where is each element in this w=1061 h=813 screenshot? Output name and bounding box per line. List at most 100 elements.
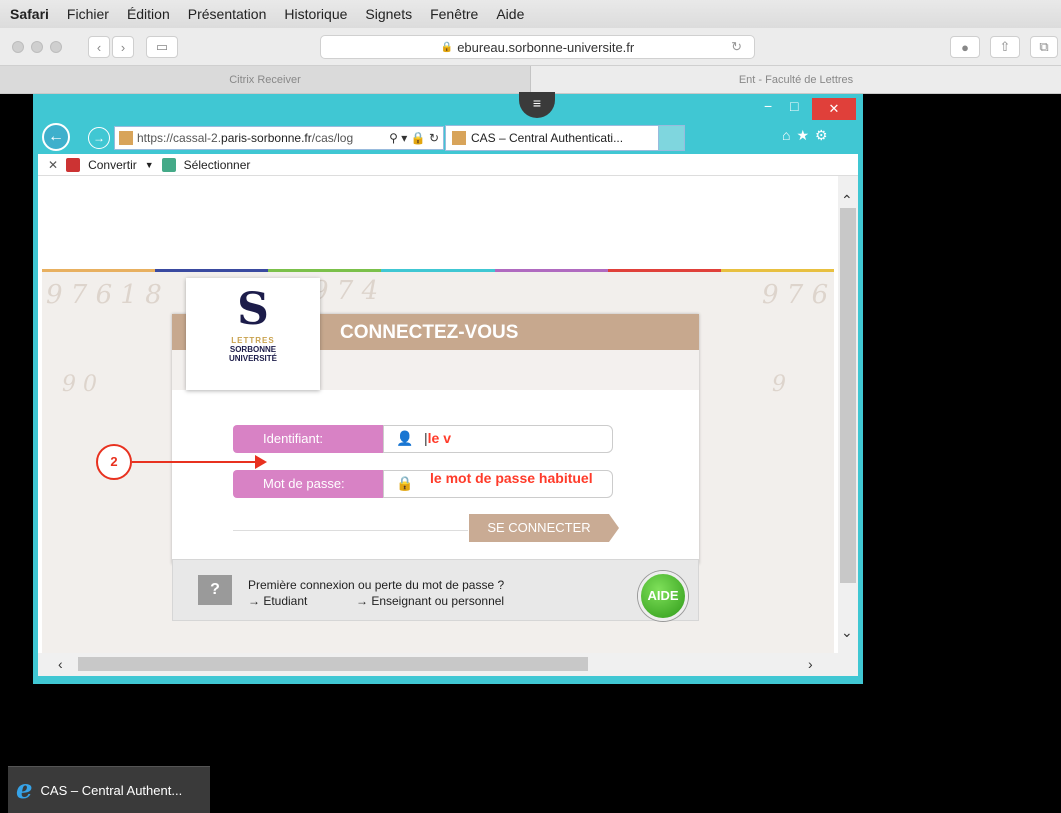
menu-signets[interactable]: Signets	[365, 6, 412, 22]
home-icon[interactable]: ⌂	[782, 127, 796, 143]
refresh-icon[interactable]: ↻	[429, 131, 439, 145]
menu-presentation[interactable]: Présentation	[188, 6, 267, 22]
menu-fichier[interactable]: Fichier	[67, 6, 109, 22]
logo-text-universite: UNIVERSITÉ	[228, 354, 277, 363]
decor-digits: 9 7 6 1 8	[46, 280, 162, 310]
sidebar-button[interactable]: ▭	[146, 36, 178, 58]
annotation-arrow-line	[132, 461, 260, 463]
ie-right-icons: ⌂★⚙	[782, 127, 834, 144]
hamburger-icon: ≡	[532, 95, 542, 111]
sorbonne-logo: S LETTRES SORBONNE UNIVERSITÉ	[186, 278, 320, 390]
tabs-overview-button[interactable]: ⧉	[1030, 36, 1058, 58]
menu-fenetre[interactable]: Fenêtre	[430, 6, 478, 22]
ie-tab-cas[interactable]: CAS – Central Authenticati... ✕	[445, 125, 685, 151]
arrow-left-icon: ←	[48, 128, 64, 145]
ie-maximize-button[interactable]: □	[790, 98, 798, 114]
chevron-right-icon: ›	[120, 39, 126, 55]
share-button[interactable]: ⇧	[990, 36, 1020, 58]
window-controls	[12, 41, 62, 53]
scroll-right-icon[interactable]: ›	[808, 656, 813, 672]
ie-new-tab-button[interactable]	[658, 125, 685, 151]
help-question-text: Première connexion ou perte du mot de pa…	[248, 578, 505, 592]
download-icon: ●	[961, 39, 969, 55]
ie-address-bar[interactable]: https://cassal-2. paris-sorbonne.fr/cas/l…	[114, 126, 444, 150]
close-window-button[interactable]	[12, 41, 24, 53]
search-icon[interactable]: ⚲	[389, 131, 398, 145]
back-button[interactable]: ‹	[88, 36, 110, 58]
password-label: Mot de passe:	[233, 470, 395, 498]
decor-digits: 9 0	[62, 372, 97, 397]
address-bar[interactable]: 🔒 ebureau.sorbonne-universite.fr ↻	[320, 35, 755, 59]
annotation-arrow-icon	[255, 455, 267, 469]
select-button[interactable]: Sélectionner	[184, 158, 251, 172]
sorbonne-s-icon: S	[237, 284, 269, 335]
arrow-right-icon: →	[93, 131, 105, 145]
scroll-up-icon[interactable]: ⌃	[841, 192, 853, 209]
ie-command-bar: ✕ Convertir ▼ Sélectionner	[38, 154, 858, 176]
forward-button[interactable]: ›	[112, 36, 134, 58]
chevron-down-icon[interactable]: ▼	[145, 160, 154, 170]
lock-icon: 🔒	[410, 131, 426, 145]
menu-historique[interactable]: Historique	[284, 6, 347, 22]
safari-toolbar: ‹ › ▭ 🔒 ebureau.sorbonne-universite.fr ↻…	[0, 28, 1061, 66]
divider	[233, 530, 468, 531]
url-prefix: https://cassal-2.	[137, 131, 222, 145]
url-domain: paris-sorbonne.fr	[221, 131, 312, 145]
logo-text-sorbonne: SORBONNE	[229, 345, 277, 354]
vertical-scroll-thumb[interactable]	[840, 208, 856, 583]
macos-menubar: Safari Fichier Édition Présentation Hist…	[0, 0, 1061, 28]
reload-icon[interactable]: ↻	[731, 39, 742, 55]
taskbar-ie-item[interactable]: e CAS – Central Authent...	[8, 766, 210, 813]
decor-digits: 9	[772, 372, 786, 397]
pdf-convert-icon	[66, 157, 81, 172]
ie-close-button[interactable]: ✕	[812, 98, 856, 120]
address-actions: ⚲ ▾ 🔒 ↻	[389, 131, 443, 145]
tabs-icon: ⧉	[1039, 39, 1049, 54]
logo-text-lettres: LETTRES	[231, 336, 275, 345]
identifiant-input[interactable]	[383, 425, 613, 453]
ie-tab-title: CAS – Central Authenticati...	[471, 131, 624, 145]
identifiant-value: |le v	[424, 430, 451, 446]
lock-icon: 🔒	[440, 41, 454, 53]
menu-edition[interactable]: Édition	[127, 6, 170, 22]
link-staff[interactable]: → Enseignant ou personnel	[356, 594, 504, 608]
convert-button[interactable]: Convertir	[88, 158, 137, 172]
internet-explorer-icon: e	[16, 775, 33, 805]
lock-icon: 🔒	[396, 475, 414, 491]
share-icon: ⇧	[999, 39, 1011, 54]
dropdown-icon[interactable]: ▾	[401, 131, 407, 145]
site-favicon-icon	[119, 131, 133, 145]
login-submit-button[interactable]: SE CONNECTER	[469, 514, 619, 542]
horizontal-scrollbar[interactable]: ‹ ›	[38, 653, 858, 676]
sidebar-icon: ▭	[155, 39, 169, 54]
star-icon[interactable]: ★	[796, 127, 815, 143]
gear-icon[interactable]: ⚙	[815, 127, 834, 143]
ie-forward-button[interactable]: →	[88, 127, 110, 149]
ie-minimize-button[interactable]: −	[764, 98, 772, 114]
scroll-left-icon[interactable]: ‹	[58, 656, 63, 672]
user-icon: 👤	[396, 430, 414, 446]
menu-safari[interactable]: Safari	[10, 6, 49, 22]
horizontal-scroll-thumb[interactable]	[78, 657, 588, 671]
taskbar-item-label: CAS – Central Authent...	[40, 782, 183, 798]
identifiant-text: le v	[427, 430, 451, 446]
vertical-scrollbar[interactable]: ⌃ ⌄	[838, 176, 858, 653]
tab-ent-faculte[interactable]: Ent - Faculté de Lettres	[531, 66, 1061, 93]
aide-button[interactable]: AIDE	[638, 571, 688, 621]
link-student[interactable]: → Etudiant	[248, 594, 307, 608]
scroll-down-icon[interactable]: ⌄	[841, 624, 853, 641]
decor-digits: 9 7 6	[762, 280, 829, 310]
zoom-window-button[interactable]	[50, 41, 62, 53]
decor-digits: 9 7 4	[312, 276, 379, 306]
chevron-left-icon: ‹	[96, 39, 102, 55]
downloads-button[interactable]: ●	[950, 36, 980, 58]
close-icon: ✕	[828, 101, 840, 116]
web-page: 9 7 6 1 8 9 7 4 9 7 6 9 0 9 CONNECTEZ-VO…	[38, 176, 838, 653]
minimize-window-button[interactable]	[31, 41, 43, 53]
tab-citrix-receiver[interactable]: Citrix Receiver	[0, 66, 531, 93]
menu-aide[interactable]: Aide	[496, 6, 524, 22]
help-question-icon: ?	[198, 575, 232, 605]
close-toolbar-icon[interactable]: ✕	[48, 158, 58, 172]
ie-back-button[interactable]: ←	[42, 123, 70, 151]
tab-favicon-icon	[452, 131, 466, 145]
